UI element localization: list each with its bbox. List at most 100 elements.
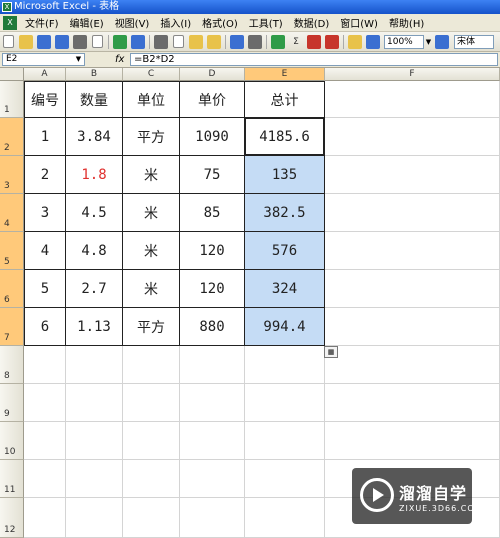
- new-file-icon[interactable]: [3, 35, 14, 48]
- cell-d5[interactable]: 120: [180, 232, 245, 270]
- redo-icon[interactable]: [248, 34, 262, 49]
- cell-b4[interactable]: 4.5: [66, 194, 123, 232]
- autosum-icon[interactable]: Σ: [289, 35, 303, 49]
- cell-e8[interactable]: [245, 346, 325, 384]
- chevron-down-icon[interactable]: ▼: [74, 54, 83, 65]
- cell-e12[interactable]: [245, 498, 325, 538]
- cell-b9[interactable]: [66, 384, 123, 422]
- cell-a1[interactable]: 编号: [24, 81, 66, 118]
- cell-d11[interactable]: [180, 460, 245, 498]
- column-header-c[interactable]: C: [123, 68, 180, 81]
- menu-edit[interactable]: 编辑(E): [66, 15, 111, 30]
- column-header-d[interactable]: D: [180, 68, 245, 81]
- menu-window[interactable]: 窗口(W): [336, 15, 385, 30]
- paste-icon[interactable]: [189, 34, 203, 49]
- row-header-4[interactable]: 4: [0, 194, 24, 232]
- cell-a11[interactable]: [24, 460, 66, 498]
- cell-a8[interactable]: [24, 346, 66, 384]
- menu-file[interactable]: 文件(F): [21, 15, 66, 30]
- cell-c3[interactable]: 米: [123, 156, 180, 194]
- cell-f1[interactable]: [325, 81, 500, 118]
- cell-c10[interactable]: [123, 422, 180, 460]
- cell-f2[interactable]: [325, 118, 500, 156]
- cell-e5[interactable]: 576: [245, 232, 325, 270]
- cut-icon[interactable]: [154, 34, 168, 49]
- cell-a4[interactable]: 3: [24, 194, 66, 232]
- cell-b10[interactable]: [66, 422, 123, 460]
- cell-c8[interactable]: [123, 346, 180, 384]
- menu-help[interactable]: 帮助(H): [385, 15, 431, 30]
- column-header-a[interactable]: A: [24, 68, 66, 81]
- cell-b5[interactable]: 4.8: [66, 232, 123, 270]
- cell-a6[interactable]: 5: [24, 270, 66, 308]
- copy-icon[interactable]: [173, 35, 184, 48]
- column-header-f[interactable]: F: [325, 68, 500, 81]
- cell-d6[interactable]: 120: [180, 270, 245, 308]
- cell-b8[interactable]: [66, 346, 123, 384]
- cell-c11[interactable]: [123, 460, 180, 498]
- cell-f3[interactable]: [325, 156, 500, 194]
- cell-b2[interactable]: 3.84: [66, 118, 123, 156]
- cell-d8[interactable]: [180, 346, 245, 384]
- print-icon[interactable]: [73, 34, 87, 49]
- menu-insert[interactable]: 插入(I): [156, 15, 198, 30]
- cell-c7[interactable]: 平方: [123, 308, 180, 346]
- open-folder-icon[interactable]: [19, 34, 33, 49]
- cell-f7[interactable]: [325, 308, 500, 346]
- menu-data[interactable]: 数据(D): [290, 15, 337, 30]
- cell-d2[interactable]: 1090: [180, 118, 245, 156]
- cell-e10[interactable]: [245, 422, 325, 460]
- cell-b6[interactable]: 2.7: [66, 270, 123, 308]
- permission-icon[interactable]: [55, 34, 69, 49]
- format-painter-icon[interactable]: [207, 34, 221, 49]
- row-header-1[interactable]: 1: [0, 81, 24, 118]
- row-header-8[interactable]: 8: [0, 346, 24, 384]
- cell-d3[interactable]: 75: [180, 156, 245, 194]
- cell-a9[interactable]: [24, 384, 66, 422]
- cell-d12[interactable]: [180, 498, 245, 538]
- cell-c6[interactable]: 米: [123, 270, 180, 308]
- menu-format[interactable]: 格式(O): [198, 15, 245, 30]
- cell-f6[interactable]: [325, 270, 500, 308]
- cell-e3[interactable]: 135: [245, 156, 325, 194]
- cell-d1[interactable]: 单价: [180, 81, 245, 118]
- row-header-12[interactable]: 12: [0, 498, 24, 538]
- cell-b3[interactable]: 1.8: [66, 156, 123, 194]
- chart-wizard-icon[interactable]: [348, 34, 362, 49]
- row-header-7[interactable]: 7: [0, 308, 24, 346]
- cell-d4[interactable]: 85: [180, 194, 245, 232]
- cell-e7[interactable]: 994.4: [245, 308, 325, 346]
- formula-input[interactable]: =B2*D2: [130, 53, 498, 66]
- cell-e1[interactable]: 总计: [245, 81, 325, 118]
- cell-e9[interactable]: [245, 384, 325, 422]
- sort-descending-icon[interactable]: [325, 34, 339, 49]
- save-icon[interactable]: [37, 34, 51, 49]
- drawing-icon[interactable]: [366, 34, 380, 49]
- hyperlink-icon[interactable]: [271, 34, 285, 49]
- paste-options-icon[interactable]: ▦: [324, 346, 338, 358]
- row-header-10[interactable]: 10: [0, 422, 24, 460]
- row-header-11[interactable]: 11: [0, 460, 24, 498]
- cell-d10[interactable]: [180, 422, 245, 460]
- cell-b1[interactable]: 数量: [66, 81, 123, 118]
- spelling-icon[interactable]: [113, 34, 127, 49]
- cell-a3[interactable]: 2: [24, 156, 66, 194]
- cell-a5[interactable]: 4: [24, 232, 66, 270]
- workbook-icon[interactable]: X: [3, 15, 17, 30]
- zoom-select[interactable]: 100%: [384, 34, 424, 49]
- row-header-3[interactable]: 3: [0, 156, 24, 194]
- cell-f8[interactable]: [325, 346, 500, 384]
- cell-a10[interactable]: [24, 422, 66, 460]
- cell-e2[interactable]: 4185.6: [245, 118, 325, 156]
- cell-d7[interactable]: 880: [180, 308, 245, 346]
- font-select[interactable]: 宋体: [454, 34, 494, 49]
- name-box[interactable]: E2: [2, 53, 85, 66]
- cell-b11[interactable]: [66, 460, 123, 498]
- column-header-e[interactable]: E: [245, 68, 325, 81]
- cell-c1[interactable]: 单位: [123, 81, 180, 118]
- cell-c12[interactable]: [123, 498, 180, 538]
- cell-c5[interactable]: 米: [123, 232, 180, 270]
- sort-ascending-icon[interactable]: [307, 34, 321, 49]
- select-all-corner[interactable]: [0, 68, 24, 81]
- chevron-down-icon[interactable]: ▼: [424, 35, 433, 49]
